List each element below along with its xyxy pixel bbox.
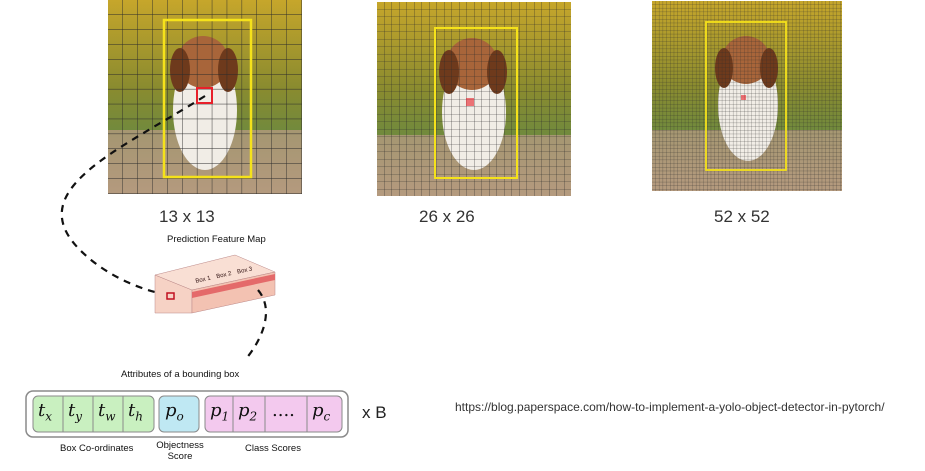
attributes-title: Attributes of a bounding box — [121, 369, 240, 380]
caption-objectness-line1: Objectness — [156, 440, 204, 451]
source-url[interactable]: https://blog.paperspace.com/how-to-imple… — [455, 400, 885, 414]
caption-class-scores: Class Scores — [245, 443, 301, 454]
feature-map-title: Prediction Feature Map — [167, 234, 266, 245]
caption-objectness: Objectness Score — [152, 440, 208, 462]
class-pc: pc — [312, 400, 331, 424]
caption-box-coords: Box Co-ordinates — [60, 443, 134, 454]
coord-ty: ty — [68, 400, 83, 424]
feature-grid-52 — [652, 1, 842, 191]
coord-tx: tx — [38, 400, 53, 424]
feature-grid-26 — [377, 2, 571, 196]
grid-label-13: 13 x 13 — [159, 207, 215, 226]
objectness-po: po — [165, 400, 184, 424]
grid-label-26: 26 x 26 — [419, 207, 475, 226]
class-p2: p2 — [238, 400, 258, 424]
feature-map-cuboid — [154, 254, 276, 314]
multiplier-label: x B — [362, 403, 387, 422]
class-p1: p1 — [210, 400, 230, 424]
class-ellipsis: .... — [272, 400, 295, 421]
coord-th: th — [128, 400, 143, 424]
caption-objectness-line2: Score — [167, 451, 193, 462]
grid-label-52: 52 x 52 — [714, 207, 770, 226]
coord-tw: tw — [98, 400, 116, 424]
